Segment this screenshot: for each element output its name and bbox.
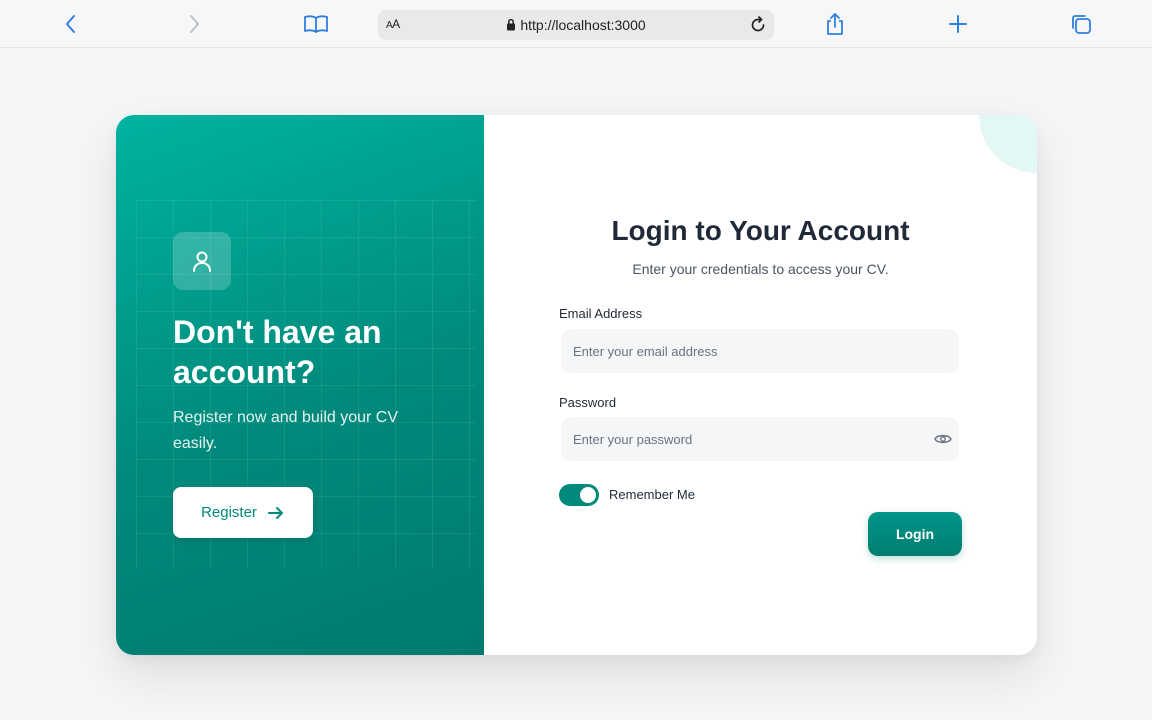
remember-me-toggle[interactable]	[559, 484, 599, 506]
remember-me-label[interactable]: Remember Me	[609, 487, 695, 503]
forward-button[interactable]	[179, 9, 209, 39]
share-button[interactable]	[820, 9, 850, 39]
new-tab-button[interactable]	[943, 9, 973, 39]
register-panel: Don't have an account? Register now and …	[116, 115, 484, 655]
tabs-icon	[1072, 15, 1091, 34]
password-field[interactable]	[561, 417, 959, 461]
user-icon	[193, 251, 211, 272]
tabs-overview-button[interactable]	[1066, 9, 1096, 39]
lock-icon	[507, 18, 516, 31]
url-text: http://localhost:3000	[520, 17, 646, 33]
register-button-label: Register	[201, 504, 257, 521]
register-heading: Don't have an account?	[173, 314, 382, 390]
login-panel: Login to Your Account Enter your credent…	[484, 115, 1037, 655]
reload-button[interactable]	[746, 13, 770, 37]
toggle-knob	[580, 487, 596, 503]
chevron-left-icon	[66, 15, 75, 33]
corner-decoration	[979, 115, 1037, 173]
browser-toolbar: AA http://localhost:3000	[0, 0, 1152, 48]
reload-icon	[751, 16, 765, 32]
avatar	[173, 232, 231, 290]
email-label: Email Address	[559, 306, 643, 321]
login-subtitle: Enter your credentials to access your CV…	[632, 261, 889, 277]
address-bar[interactable]: AA http://localhost:3000	[378, 10, 774, 40]
back-button[interactable]	[56, 9, 86, 39]
arrow-right-icon	[267, 506, 283, 519]
password-label: Password	[559, 395, 617, 410]
email-field[interactable]	[561, 329, 959, 373]
eye-icon	[934, 434, 952, 444]
register-button[interactable]: Register	[173, 487, 313, 538]
plus-icon	[949, 15, 967, 33]
toggle-password-visibility-button[interactable]	[932, 431, 954, 447]
register-subtitle: Register now and build your CV easily.	[173, 409, 399, 452]
login-button[interactable]: Login	[868, 512, 962, 556]
page-title: Login to Your Account	[611, 215, 910, 246]
auth-card: Don't have an account? Register now and …	[116, 115, 1037, 655]
login-button-label: Login	[895, 526, 935, 542]
bookmarks-button[interactable]	[301, 9, 331, 39]
share-icon	[827, 13, 843, 35]
book-icon	[304, 15, 328, 33]
chevron-right-icon	[190, 15, 199, 33]
url-display[interactable]: http://localhost:3000	[378, 17, 774, 34]
